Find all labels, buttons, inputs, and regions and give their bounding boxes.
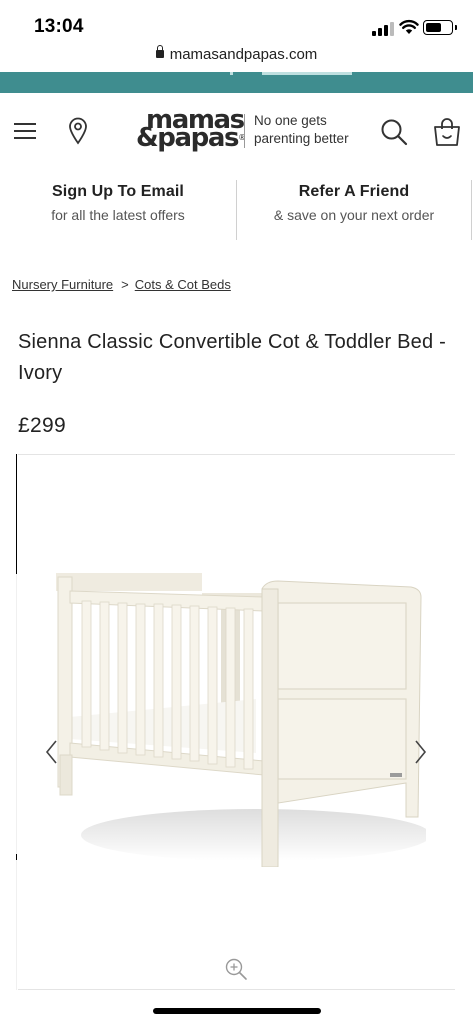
tagline-line-2: parenting better <box>254 131 349 146</box>
logo-line-2: &papas <box>136 123 239 153</box>
breadcrumb-cots-cot-beds[interactable]: Cots & Cot Beds <box>135 277 231 292</box>
promo-title: Refer A Friend <box>298 183 410 200</box>
home-indicator[interactable] <box>153 1008 321 1014</box>
battery-tip <box>455 25 457 30</box>
site-header: mamas &papas® No one gets parenting bett… <box>0 93 473 173</box>
product-title-line-1: Sienna Classic Convertible Cot & Toddler… <box>18 331 446 353</box>
breadcrumb-separator: > <box>121 277 129 292</box>
promo-subtitle: for all the latest offers <box>51 207 185 223</box>
product-title: Sienna Classic Convertible Cot & Toddler… <box>18 327 458 389</box>
promo-refer-friend[interactable]: Refer A Friend & save on your next order <box>236 183 472 223</box>
battery-icon <box>423 20 453 35</box>
promo-subtitle: & save on your next order <box>273 207 435 223</box>
status-bar: 13:04 <box>0 0 473 46</box>
brand-tagline: No one gets parenting better <box>254 112 354 148</box>
gallery-edge <box>16 454 17 990</box>
tagline-line-1: No one gets <box>254 113 327 128</box>
shopping-bag-icon[interactable] <box>432 117 462 147</box>
logo-divider <box>244 114 245 148</box>
product-image-gallery[interactable] <box>18 454 455 990</box>
product-price: £299 <box>18 414 66 437</box>
promo-title: Sign Up To Email <box>52 183 184 200</box>
promo-banner: Sign Up To Email for all the latest offe… <box>0 177 473 243</box>
chevron-right-icon[interactable] <box>410 737 430 767</box>
breadcrumb-nursery-furniture[interactable]: Nursery Furniture <box>12 277 113 292</box>
location-pin-icon[interactable] <box>68 117 88 145</box>
status-time: 13:04 <box>34 16 84 37</box>
signal-icon <box>372 22 394 36</box>
zoom-in-icon[interactable] <box>224 957 248 981</box>
lock-icon <box>155 45 164 58</box>
url-text: mamasandpapas.com <box>169 46 318 63</box>
promo-divider <box>471 180 472 240</box>
brand-logo[interactable]: mamas &papas® <box>136 107 246 153</box>
promo-email-signup[interactable]: Sign Up To Email for all the latest offe… <box>0 183 236 223</box>
url-bar[interactable]: mamasandpapas.com <box>0 45 473 72</box>
product-title-line-2: Ivory <box>18 362 63 384</box>
chevron-left-icon[interactable] <box>42 737 62 767</box>
menu-icon[interactable] <box>14 123 36 140</box>
breadcrumb: Nursery Furniture > Cots & Cot Beds <box>12 277 231 292</box>
promo-strip <box>0 72 473 93</box>
search-icon[interactable] <box>380 118 408 146</box>
cot-product-image[interactable] <box>56 567 426 867</box>
wifi-icon <box>399 19 419 34</box>
